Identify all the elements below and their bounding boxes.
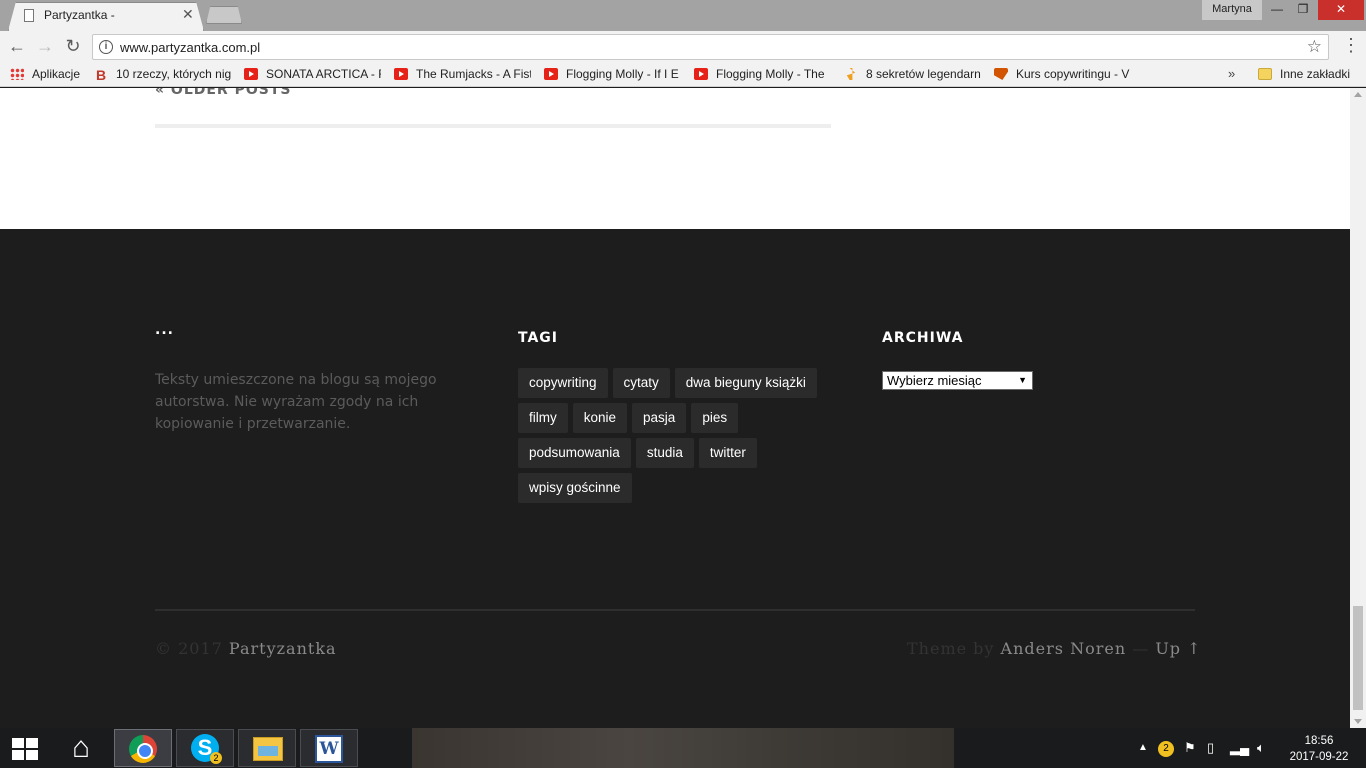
bookmark-item[interactable]: The Rumjacks - A Fist bbox=[394, 67, 531, 83]
archive-select-value: Wybierz miesiąc bbox=[887, 373, 982, 388]
tags-widget-title: Tagi bbox=[518, 330, 558, 346]
theme-by-text: Theme by bbox=[907, 639, 995, 658]
tag-link[interactable]: pasja bbox=[632, 403, 687, 433]
bookmarks-bar: Aplikacje B 10 rzeczy, których nig SONATA… bbox=[0, 63, 1366, 87]
windows-taskbar: ⌂ S 2 W ▲ 2 ⚑ ▯ ▂▄ 🔈︎ 18:56 2017-09-22 bbox=[0, 728, 1366, 768]
page-viewport: « Older Posts ... Teksty umieszczone na … bbox=[0, 88, 1350, 728]
other-bookmarks-folder[interactable]: Inne zakładki bbox=[1258, 67, 1358, 83]
forward-arrow-icon[interactable]: → bbox=[34, 35, 56, 57]
reload-icon[interactable]: ↻ bbox=[62, 35, 84, 57]
footer-divider bbox=[155, 609, 1195, 611]
profile-button[interactable]: Martyna bbox=[1202, 0, 1262, 20]
network-signal-icon[interactable]: ▂▄ bbox=[1230, 740, 1249, 756]
scroll-down-icon[interactable] bbox=[1354, 719, 1362, 724]
page-scrollbar[interactable] bbox=[1350, 88, 1366, 728]
restore-icon[interactable]: ❐ bbox=[1290, 0, 1316, 20]
browser-toolbar: ← → ↻ i www.partyzantka.com.pl ☆ ⋮ bbox=[0, 31, 1366, 63]
tag-link[interactable]: wpisy gościnne bbox=[518, 473, 632, 503]
page-icon bbox=[24, 9, 34, 22]
tag-link[interactable]: konie bbox=[572, 403, 628, 433]
bookmark-star-icon[interactable]: ☆ bbox=[1307, 37, 1322, 57]
folder-icon bbox=[1258, 68, 1272, 80]
system-clock[interactable]: 18:56 2017-09-22 bbox=[1284, 733, 1354, 765]
back-arrow-icon[interactable]: ← bbox=[6, 35, 28, 57]
flame-icon bbox=[846, 68, 856, 80]
about-widget-title: ... bbox=[155, 322, 174, 338]
taskbar-word[interactable]: W bbox=[300, 729, 358, 767]
windows-start-icon[interactable] bbox=[12, 738, 38, 760]
bookmark-item[interactable]: SONATA ARCTICA - F bbox=[244, 67, 381, 83]
volume-icon[interactable]: 🔈︎ bbox=[1257, 740, 1265, 756]
tag-link[interactable]: cytaty bbox=[612, 368, 670, 398]
apps-grid-icon bbox=[10, 68, 24, 80]
theme-credit: Theme by Anders Noren — Up ↑ bbox=[907, 639, 1202, 658]
new-tab-button[interactable] bbox=[206, 6, 242, 24]
desktop-wallpaper-strip bbox=[412, 728, 954, 768]
about-text: Teksty umieszczone na blogu są mojego au… bbox=[155, 372, 437, 432]
dropdown-arrow-icon: ▼ bbox=[1018, 375, 1027, 385]
youtube-icon bbox=[394, 68, 408, 80]
kurs-icon bbox=[994, 68, 1008, 80]
minimize-icon[interactable]: — bbox=[1264, 0, 1290, 20]
clock-time: 18:56 bbox=[1304, 735, 1334, 747]
bookmark-item[interactable]: Flogging Molly - If I E bbox=[544, 67, 681, 83]
tray-expand-icon[interactable]: ▲ bbox=[1138, 742, 1148, 753]
tag-link[interactable]: copywriting bbox=[518, 368, 608, 398]
bookmark-item[interactable]: Aplikacje bbox=[10, 67, 90, 83]
bookmark-item[interactable]: 8 sekretów legendarn bbox=[844, 67, 981, 83]
credit-separator: — bbox=[1132, 639, 1150, 658]
chrome-icon bbox=[129, 735, 157, 763]
archive-widget-title: Archiwa bbox=[882, 330, 964, 346]
scrollbar-thumb[interactable] bbox=[1353, 606, 1363, 710]
tray-app-badge[interactable]: 2 bbox=[1158, 741, 1174, 757]
archive-month-select[interactable]: Wybierz miesiąc ▼ bbox=[882, 371, 1033, 390]
copyright: © 2017 Partyzantka bbox=[155, 639, 337, 658]
close-window-icon[interactable]: ✕ bbox=[1318, 0, 1364, 20]
back-to-top-link[interactable]: Up ↑ bbox=[1155, 639, 1201, 658]
action-center-flag-icon[interactable]: ⚑ bbox=[1184, 740, 1196, 756]
info-icon[interactable]: i bbox=[99, 40, 113, 54]
tab-title[interactable]: Partyzantka - bbox=[44, 8, 115, 22]
youtube-icon bbox=[694, 68, 708, 80]
taskbar-explorer[interactable] bbox=[238, 729, 296, 767]
tag-link[interactable]: podsumowania bbox=[518, 438, 631, 468]
more-bookmarks-button[interactable]: » bbox=[1228, 66, 1235, 81]
tag-cloud: copywriting cytaty dwa bieguny książki film… bbox=[518, 368, 823, 508]
battery-icon[interactable]: ▯ bbox=[1207, 740, 1214, 756]
copyright-year: © 2017 bbox=[155, 639, 223, 658]
taskbar-skype[interactable]: S 2 bbox=[176, 729, 234, 767]
bookmark-item[interactable]: Kurs copywritingu - V bbox=[994, 67, 1131, 83]
site-footer: ... Teksty umieszczone na blogu są mojeg… bbox=[0, 229, 1350, 728]
content-area: « Older Posts bbox=[0, 88, 1350, 229]
bookmark-item[interactable]: Flogging Molly - The bbox=[694, 67, 829, 83]
home-icon[interactable]: ⌂ bbox=[64, 733, 98, 763]
tag-link[interactable]: twitter bbox=[698, 438, 757, 468]
address-bar[interactable]: i www.partyzantka.com.pl ☆ bbox=[92, 34, 1329, 60]
word-icon: W bbox=[315, 735, 343, 763]
clock-date: 2017-09-22 bbox=[1289, 751, 1349, 763]
older-posts-link[interactable]: « Older Posts bbox=[155, 88, 291, 98]
tag-link[interactable]: dwa bieguny książki bbox=[674, 368, 817, 398]
content-divider bbox=[155, 124, 831, 128]
site-name-link[interactable]: Partyzantka bbox=[229, 639, 337, 658]
chrome-menu-icon[interactable]: ⋮ bbox=[1342, 35, 1360, 57]
youtube-icon bbox=[244, 68, 258, 80]
file-explorer-icon bbox=[253, 737, 283, 761]
blogger-icon: B bbox=[95, 67, 107, 83]
skype-badge: 2 bbox=[210, 752, 222, 764]
taskbar-chrome[interactable] bbox=[114, 729, 172, 767]
tag-link[interactable]: studia bbox=[635, 438, 694, 468]
tag-link[interactable]: filmy bbox=[518, 403, 568, 433]
tag-link[interactable]: pies bbox=[691, 403, 739, 433]
url-text[interactable]: www.partyzantka.com.pl bbox=[120, 40, 260, 55]
theme-author-link[interactable]: Anders Noren bbox=[1001, 639, 1127, 658]
tab-close-icon[interactable]: ✕ bbox=[182, 6, 194, 23]
scroll-up-icon[interactable] bbox=[1354, 92, 1362, 97]
bookmark-item[interactable]: B 10 rzeczy, których nig bbox=[94, 67, 232, 83]
browser-titlebar: Partyzantka - ✕ Martyna — ❐ ✕ bbox=[0, 0, 1366, 31]
youtube-icon bbox=[544, 68, 558, 80]
